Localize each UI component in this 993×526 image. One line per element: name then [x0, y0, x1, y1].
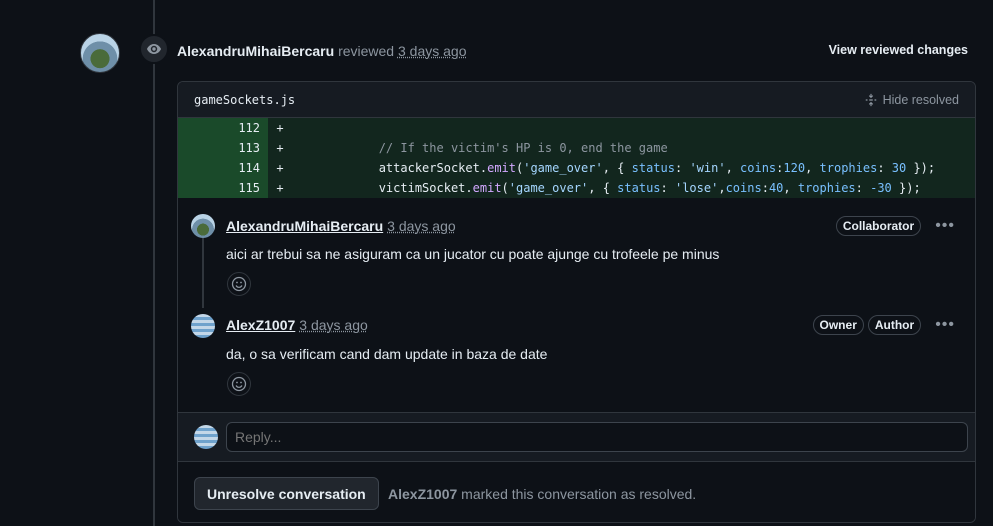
code-token: coins	[725, 181, 762, 195]
kebab-menu-icon[interactable]: •••	[935, 217, 955, 235]
smiley-icon	[231, 376, 247, 392]
fold-icon	[865, 93, 876, 106]
code-comment: // If the victim's HP is 0, end the game	[378, 141, 668, 155]
comment-time-link[interactable]: 3 days ago	[387, 218, 456, 234]
diff-line: 114 + attackerSocket.emit('game_over', {…	[178, 158, 975, 178]
view-reviewed-changes-button[interactable]: View reviewed changes	[829, 43, 968, 57]
file-name[interactable]: gameSockets.js	[194, 93, 295, 107]
resolved-note: AlexZ1007 marked this conversation as re…	[388, 486, 696, 502]
review-action: reviewed	[338, 43, 395, 59]
code-token: trophies	[819, 161, 878, 175]
code-line: victimSocket.emit('game_over', { status:…	[378, 181, 921, 195]
smiley-icon	[231, 276, 247, 292]
diff-sign: +	[276, 181, 284, 195]
review-time-link[interactable]: 3 days ago	[398, 43, 467, 59]
kebab-menu-icon[interactable]: •••	[935, 316, 955, 334]
hide-resolved-button[interactable]: Hide resolved	[864, 93, 959, 107]
code-token: status	[617, 181, 661, 195]
code-token: status	[631, 161, 675, 175]
add-reaction-button[interactable]	[227, 272, 251, 296]
reply-input[interactable]	[226, 422, 968, 452]
reply-area	[178, 412, 975, 462]
author-badge: Author	[867, 315, 922, 335]
code-line: // If the victim's HP is 0, end the game	[292, 141, 668, 155]
code-token: attackerSocket	[378, 161, 480, 175]
code-token: 'game_over'	[508, 181, 589, 195]
code-token: victimSocket	[378, 181, 466, 195]
code-token: 30	[891, 161, 907, 175]
resolve-area: Unresolve conversation AlexZ1007 marked …	[178, 461, 975, 522]
diff-sign: +	[276, 141, 284, 155]
diff-sign: +	[276, 121, 284, 135]
comment: AlexZ1007 3 days ago Owner Author ••• da…	[178, 298, 975, 413]
file-header: gameSockets.js Hide resolved	[178, 82, 975, 118]
eye-icon	[139, 34, 169, 64]
comment-body: aici ar trebui sa ne asiguram ca un juca…	[226, 246, 720, 262]
review-header: AlexandruMihaiBercaru reviewed 3 days ag…	[177, 43, 466, 59]
collaborator-badge: Collaborator	[835, 216, 922, 236]
owner-badge: Owner	[812, 315, 864, 335]
review-author-link[interactable]: AlexandruMihaiBercaru	[177, 43, 334, 59]
diff-sign: +	[276, 161, 284, 175]
line-number[interactable]: 113	[178, 138, 268, 158]
code-token: coins	[740, 161, 777, 175]
line-number[interactable]: 112	[178, 118, 268, 138]
comment-header: AlexandruMihaiBercaru 3 days ago Collabo…	[226, 216, 975, 236]
comment-body: da, o sa verificam cand dam update in ba…	[226, 346, 548, 362]
comment-author-link[interactable]: AlexZ1007	[226, 317, 295, 333]
diff-line: 112 +	[178, 118, 975, 138]
comment-time-link[interactable]: 3 days ago	[299, 317, 368, 333]
code-line: attackerSocket.emit('game_over', { statu…	[378, 161, 936, 175]
comment-badges: Owner Author •••	[812, 315, 955, 335]
resolved-text: marked this conversation as resolved.	[461, 486, 697, 502]
diff-line: 115 + victimSocket.emit('game_over', { s…	[178, 178, 975, 198]
line-number[interactable]: 114	[178, 158, 268, 178]
comment-list: AlexandruMihaiBercaru 3 days ago Collabo…	[178, 198, 975, 413]
code-token: 120	[783, 161, 806, 175]
comment-badges: Collaborator •••	[835, 216, 955, 236]
code-token: -30	[870, 181, 892, 195]
add-reaction-button[interactable]	[227, 372, 251, 396]
comment-header: AlexZ1007 3 days ago Owner Author •••	[226, 315, 975, 335]
code-token: 'win'	[689, 161, 726, 175]
line-number[interactable]: 115	[178, 178, 268, 198]
reviewer-avatar[interactable]	[80, 33, 120, 73]
code-token: emit	[487, 161, 516, 175]
diff-line: 113 + // If the victim's HP is 0, end th…	[178, 138, 975, 158]
code-token: emit	[472, 181, 502, 195]
avatar[interactable]	[191, 314, 215, 338]
avatar	[194, 425, 218, 449]
avatar[interactable]	[191, 214, 215, 238]
diff-block: 112 + 113 + // If the victim's HP is 0, …	[178, 118, 975, 198]
review-thread: gameSockets.js Hide resolved 112 + 113 +…	[177, 81, 976, 523]
hide-resolved-label: Hide resolved	[882, 92, 959, 107]
unresolve-conversation-button[interactable]: Unresolve conversation	[194, 477, 379, 510]
comment: AlexandruMihaiBercaru 3 days ago Collabo…	[178, 198, 975, 298]
resolver-name[interactable]: AlexZ1007	[388, 486, 457, 502]
timeline-line	[153, 0, 155, 526]
comment-author-link[interactable]: AlexandruMihaiBercaru	[226, 218, 383, 234]
code-token: 40	[768, 181, 784, 195]
code-token: trophies	[797, 181, 856, 195]
code-token: 'lose'	[674, 181, 719, 195]
code-token: 'game_over'	[523, 161, 603, 175]
